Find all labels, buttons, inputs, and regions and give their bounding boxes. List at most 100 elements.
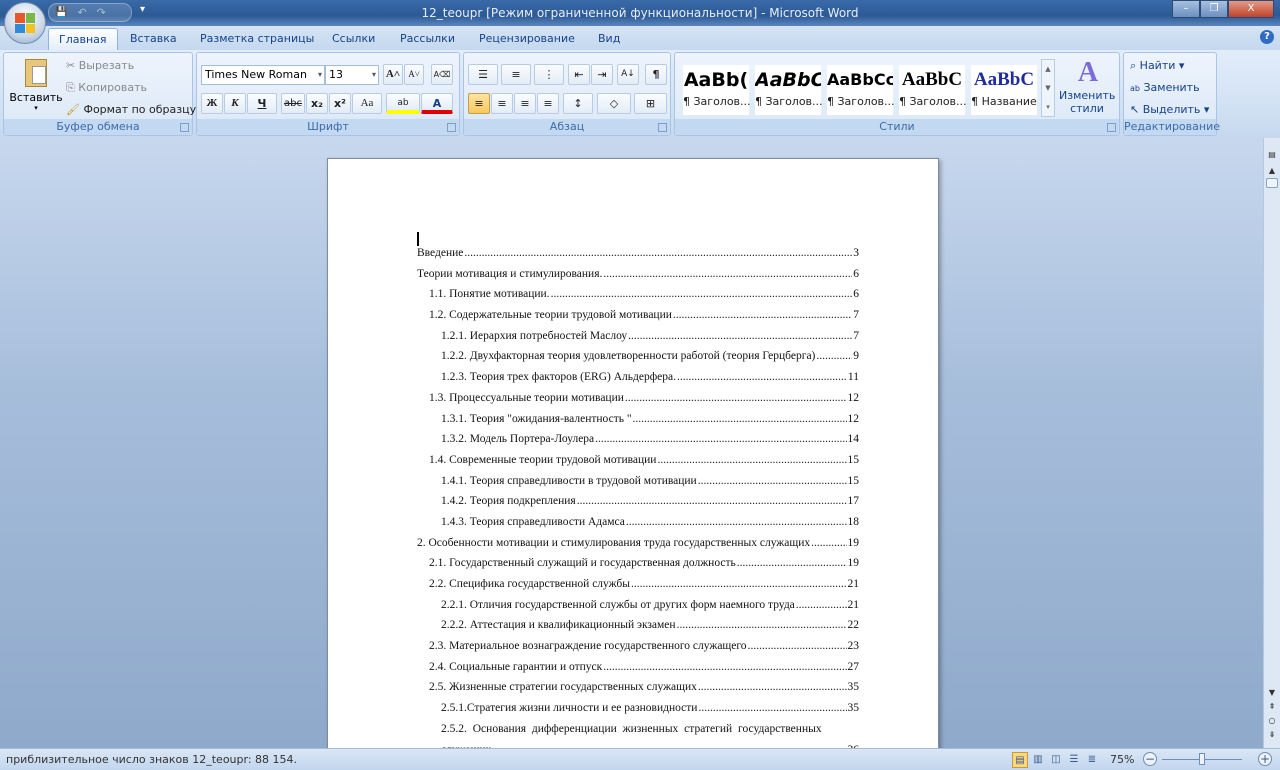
vertical-scrollbar[interactable]: ▤ ▲ ▼ ⇞ ○ ⇟	[1263, 138, 1280, 748]
change-case-button[interactable]: Aa	[352, 93, 382, 114]
draft-view-icon[interactable]: ≣	[1084, 752, 1100, 768]
tab-insert[interactable]: Вставка	[120, 28, 187, 50]
toc-entry[interactable]: 1.4.3. Теория справедливости Адамса 18	[417, 512, 859, 533]
tab-review[interactable]: Рецензирование	[469, 28, 585, 50]
bold-button[interactable]: Ж	[201, 93, 223, 114]
underline-button[interactable]: Ч	[247, 93, 277, 114]
style-heading-2[interactable]: AaBbC ¶ Заголов...	[755, 65, 823, 115]
tab-references[interactable]: Ссылки	[322, 28, 385, 50]
toc-entry[interactable]: 2.1. Государственный служащий и государс…	[417, 553, 859, 574]
zoom-in-button[interactable]: +	[1258, 752, 1272, 766]
clear-formatting-button[interactable]: A⌫	[431, 64, 453, 85]
toc-entry[interactable]: 1.3.1. Теория "ожидания-валентность " 12	[417, 409, 859, 430]
toc-entry[interactable]: 2.5.1.Стратегия жизни личности и ее разн…	[417, 698, 859, 719]
toc-entry[interactable]: 1.1. Понятие мотивации. 6	[417, 284, 859, 305]
grow-font-button[interactable]: A˄	[383, 64, 403, 85]
maximize-button[interactable]: ❐	[1200, 0, 1228, 18]
previous-page-icon[interactable]: ⇞	[1265, 700, 1279, 714]
superscript-button[interactable]: x²	[329, 93, 351, 114]
next-page-icon[interactable]: ⇟	[1265, 728, 1279, 742]
select-browse-object-icon[interactable]: ○	[1265, 714, 1279, 728]
copy-button[interactable]: ⎘ Копировать	[66, 81, 147, 95]
find-button[interactable]: ⌕ Найти ▾	[1130, 59, 1184, 73]
replace-button[interactable]: ab Заменить	[1130, 81, 1200, 94]
bullets-button[interactable]: ☰	[468, 64, 498, 85]
italic-button[interactable]: К	[224, 93, 246, 114]
toc-entry[interactable]: 2.3. Материальное вознаграждение государ…	[417, 636, 859, 657]
select-button[interactable]: ↖ Выделить ▾	[1130, 103, 1209, 116]
borders-button[interactable]: ⊞	[634, 93, 667, 114]
dialog-launcher-icon[interactable]	[180, 123, 189, 132]
zoom-level[interactable]: 75%	[1110, 753, 1134, 766]
align-center-button[interactable]: ≡	[491, 93, 513, 114]
paste-button[interactable]: Вставить ▾	[8, 57, 64, 117]
align-left-button[interactable]: ≡	[468, 93, 490, 114]
office-button[interactable]	[4, 2, 46, 44]
highlight-button[interactable]: ab	[386, 93, 420, 114]
toc-entry[interactable]: 2.4. Социальные гарантии и отпуск 27	[417, 657, 859, 678]
toc-entry[interactable]: 1.3. Процессуальные теории мотивации 12	[417, 388, 859, 409]
style-heading-3[interactable]: AaBbCc ¶ Заголов...	[827, 65, 895, 115]
tab-mailings[interactable]: Рассылки	[390, 28, 465, 50]
multilevel-list-button[interactable]: ⋮	[534, 64, 564, 85]
toc-entry[interactable]: Введение 3	[417, 243, 859, 264]
dialog-launcher-icon[interactable]	[1107, 123, 1116, 132]
font-name-select[interactable]: Times New Roman ▾	[201, 65, 325, 85]
toc-entry[interactable]: 2. Особенности мотивации и стимулировани…	[417, 533, 859, 554]
document-page[interactable]: Введение 3 Теории мотивация и стимулирован…	[327, 158, 939, 758]
scroll-down-icon[interactable]: ▼	[1265, 686, 1279, 700]
style-heading-1[interactable]: AaBb(¶ Заголов...	[683, 65, 751, 115]
tab-page-layout[interactable]: Разметка страницы	[190, 28, 324, 50]
scroll-thumb[interactable]	[1266, 178, 1278, 188]
format-painter-button[interactable]: 🖌 Формат по образцу	[66, 103, 196, 116]
help-icon[interactable]: ?	[1260, 30, 1274, 44]
strikethrough-button[interactable]: abc	[281, 93, 305, 114]
dialog-launcher-icon[interactable]	[658, 123, 667, 132]
styles-scroll[interactable]: ▲ ▼ ▾	[1041, 59, 1055, 117]
numbering-button[interactable]: ≡	[501, 64, 531, 85]
style-heading-4[interactable]: AaBbC ¶ Заголов...	[899, 65, 967, 115]
tab-view[interactable]: Вид	[588, 28, 630, 50]
style-title[interactable]: AaBbC ¶ Название	[971, 65, 1037, 115]
toc-entry[interactable]: 1.4. Современные теории трудовой мотивац…	[417, 450, 859, 471]
zoom-out-button[interactable]: −	[1143, 752, 1157, 766]
scroll-up-icon[interactable]: ▲	[1265, 164, 1279, 178]
dialog-launcher-icon[interactable]	[447, 123, 456, 132]
toc-entry[interactable]: 1.2.3. Теория трех факторов (ERG) Альдер…	[417, 367, 859, 388]
toc-entry[interactable]: 2.2.1. Отличия государственной службы от…	[417, 595, 859, 616]
toc-entry[interactable]: 2.2.2. Аттестация и квалификационный экз…	[417, 615, 859, 636]
toc-entry[interactable]: Теории мотивация и стимулирования. 6	[417, 264, 859, 285]
toc-entry[interactable]: 2.5.2. Основания дифференциации жизненны…	[417, 719, 859, 740]
toc-entry[interactable]: 1.3.2. Модель Портера-Лоулера 14	[417, 429, 859, 450]
toc-entry[interactable]: 2.5. Жизненные стратегии государственных…	[417, 677, 859, 698]
toc-entry[interactable]: 1.2.1. Иерархия потребностей Маслоу 7	[417, 326, 859, 347]
justify-button[interactable]: ≡	[537, 93, 559, 114]
outline-view-icon[interactable]: ☰	[1066, 752, 1082, 768]
close-button[interactable]: X	[1228, 0, 1274, 18]
toc-entry[interactable]: 2.2. Специфика государственной службы 21	[417, 574, 859, 595]
sort-button[interactable]: A↓	[617, 64, 639, 85]
shrink-font-button[interactable]: A˅	[404, 64, 424, 85]
toc-entry[interactable]: 1.4.2. Теория подкрепления 17	[417, 491, 859, 512]
font-color-button[interactable]: A	[421, 93, 453, 114]
minimize-button[interactable]: –	[1172, 0, 1200, 18]
ruler-toggle-icon[interactable]: ▤	[1265, 148, 1279, 162]
show-formatting-button[interactable]: ¶	[645, 64, 667, 85]
decrease-indent-button[interactable]: ⇤	[568, 64, 590, 85]
toc-entry[interactable]: 1.2.2. Двухфакторная теория удовлетворен…	[417, 346, 859, 367]
font-size-select[interactable]: 13 ▾	[325, 65, 379, 85]
shading-button[interactable]: ◇	[597, 93, 631, 114]
tab-home[interactable]: Главная	[48, 28, 118, 50]
full-screen-reading-view-icon[interactable]: ▥	[1030, 752, 1046, 768]
toc-entry[interactable]: 1.2. Содержательные теории трудовой моти…	[417, 305, 859, 326]
zoom-slider-thumb[interactable]	[1199, 753, 1205, 765]
change-styles-button[interactable]: A Изменить стили	[1059, 57, 1117, 115]
print-layout-view-icon[interactable]: ▤	[1012, 752, 1028, 768]
web-layout-view-icon[interactable]: ◫	[1048, 752, 1064, 768]
cut-button[interactable]: ✂ Вырезать	[66, 59, 134, 72]
subscript-button[interactable]: x₂	[306, 93, 328, 114]
toc-entry[interactable]: 1.4.1. Теория справедливости в трудовой …	[417, 471, 859, 492]
line-spacing-button[interactable]: ↕	[563, 93, 593, 114]
increase-indent-button[interactable]: ⇥	[591, 64, 613, 85]
align-right-button[interactable]: ≡	[514, 93, 536, 114]
